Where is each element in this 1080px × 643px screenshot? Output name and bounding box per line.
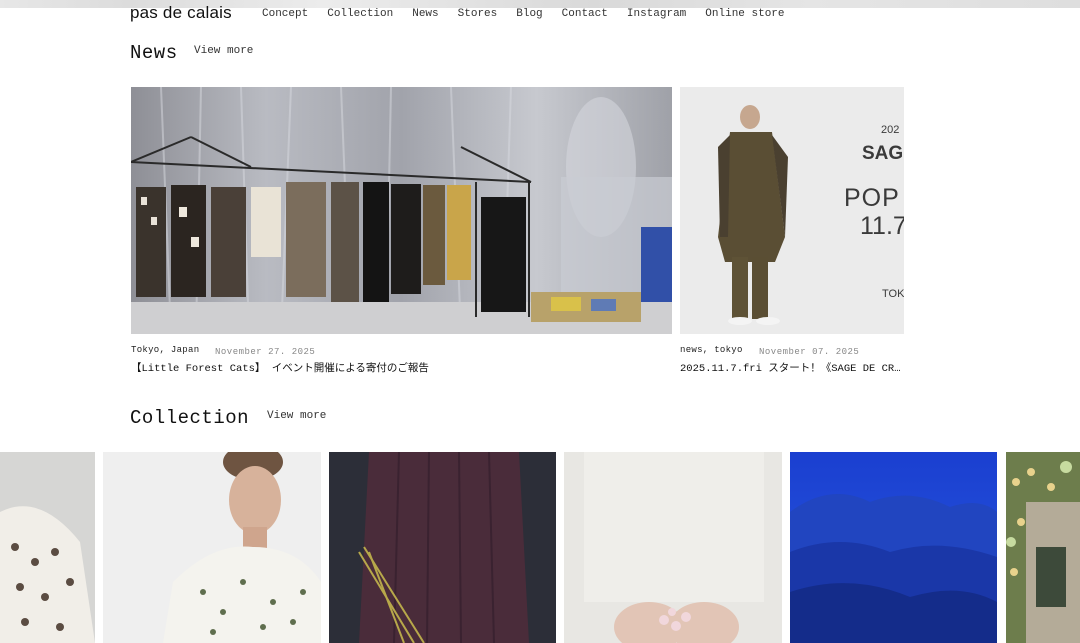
news-item-1-date: November 27. 2025 [215, 347, 316, 357]
nav-news[interactable]: News [412, 8, 438, 20]
nav-instagram[interactable]: Instagram [627, 8, 686, 20]
clothing-rack-photo[interactable] [131, 87, 672, 334]
model-blouse-illustration [103, 452, 321, 643]
popup-date-text: 11.7 [860, 212, 904, 240]
model-coat-photo[interactable]: 202 SAG POP 11.7 TOK [680, 87, 904, 334]
nav-stores[interactable]: Stores [458, 8, 498, 20]
hands-flowers-photo[interactable] [564, 452, 782, 643]
blue-mountains-illustration [790, 452, 997, 643]
nav-collection[interactable]: Collection [327, 8, 393, 20]
printed-shirt-illustration [0, 452, 95, 643]
purple-dress-illustration [329, 452, 556, 643]
collection-section-title: Collection [130, 407, 250, 429]
garden-house-photo[interactable] [1006, 452, 1080, 643]
popup-brand-text: SAG [862, 143, 904, 164]
popup-city-text: TOK [882, 288, 904, 300]
news-item-1-tag[interactable]: Tokyo, Japan [131, 345, 199, 355]
model-botanical-blouse-photo[interactable] [103, 452, 321, 643]
collection-view-more-link[interactable]: View more [267, 410, 326, 422]
news-item-2-tag[interactable]: news, tokyo [680, 345, 743, 355]
main-nav: Concept Collection News Stores Blog Cont… [262, 8, 804, 20]
popup-year-text: 202 [881, 124, 900, 136]
purple-dress-photo[interactable] [329, 452, 556, 643]
news-view-more-link[interactable]: View more [194, 45, 253, 57]
nav-contact[interactable]: Contact [562, 8, 608, 20]
printed-shirt-photo[interactable] [0, 452, 95, 643]
nav-blog[interactable]: Blog [516, 8, 542, 20]
news-item-2-headline[interactable]: 2025.11.7.fri スタート！《SAGE DE CRET》POP UP [680, 360, 904, 375]
popup-title-text: POP [844, 184, 900, 212]
news-item-2-date: November 07. 2025 [759, 347, 860, 357]
blue-mountains-photo[interactable] [790, 452, 997, 643]
garden-house-illustration [1006, 452, 1080, 643]
nav-concept[interactable]: Concept [262, 8, 308, 20]
site-header: pas de calais Concept Collection News St… [0, 0, 1080, 37]
site-logo[interactable]: pas de calais [130, 3, 232, 23]
clothing-rack-illustration [131, 87, 672, 334]
news-item-1-headline[interactable]: 【Little Forest Cats】 イベント開催による寄付のご報告 [131, 360, 672, 375]
hands-flowers-illustration [564, 452, 782, 643]
news-section-title: News [130, 42, 178, 64]
nav-online-store[interactable]: Online store [705, 8, 784, 20]
